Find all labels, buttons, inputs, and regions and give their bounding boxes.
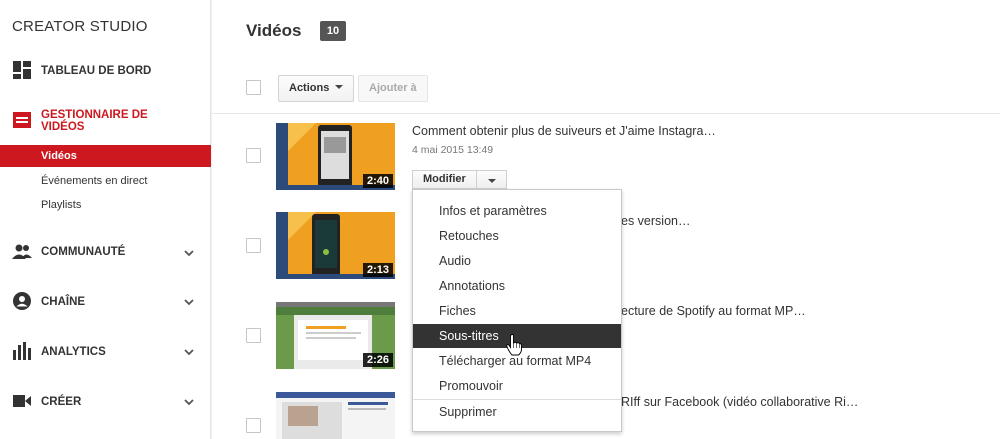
video-date: 4 mai 2015 13:49 [412, 144, 494, 156]
video-thumbnail[interactable]: 2:26 [276, 302, 395, 369]
video-row-checkbox[interactable] [246, 148, 261, 163]
menu-item-info-settings[interactable]: Infos et paramètres [413, 199, 621, 223]
channel-icon [13, 292, 31, 310]
select-all-checkbox[interactable] [246, 80, 261, 95]
nav-analytics-label: ANALYTICS [41, 346, 106, 358]
page-title: Vidéos [246, 21, 302, 40]
video-row-checkbox[interactable] [246, 238, 261, 253]
chevron-down-icon[interactable] [183, 396, 195, 408]
nav-community-label: COMMUNAUTÉ [41, 246, 126, 258]
sidebar-item-playlists[interactable]: Playlists [0, 194, 211, 216]
menu-item-audio[interactable]: Audio [413, 249, 621, 273]
menu-item-cards[interactable]: Fiches [413, 299, 621, 323]
video-duration: 2:26 [362, 353, 393, 367]
menu-item-delete[interactable]: Supprimer [413, 400, 621, 424]
chevron-down-icon[interactable] [183, 247, 195, 259]
video-manager-main: Vidéos 10 Actions Ajouter à 2:40 Comment… [212, 0, 1000, 439]
nav-dashboard[interactable]: TABLEAU DE BORD [0, 60, 211, 82]
modify-split-button: Modifier [412, 170, 507, 189]
video-title-link[interactable]: RIff sur Facebook (vidéo collaborative R… [621, 395, 858, 409]
video-row-checkbox[interactable] [246, 418, 261, 433]
nav-video-manager-label: GESTIONNAIRE DE VIDÉOS [41, 109, 148, 133]
sidebar-item-live-events[interactable]: Événements en direct [0, 170, 211, 192]
video-duration: 2:13 [362, 263, 393, 277]
menu-item-annotations[interactable]: Annotations [413, 274, 621, 298]
video-title-link[interactable]: es version… [621, 214, 690, 228]
community-icon [12, 244, 32, 259]
nav-dashboard-label: TABLEAU DE BORD [41, 65, 152, 77]
toolbar-divider [212, 113, 1000, 114]
menu-item-promote[interactable]: Promouvoir [413, 374, 621, 398]
dashboard-icon [13, 61, 31, 79]
video-thumbnail[interactable]: 2:13 [276, 212, 395, 279]
video-row-checkbox[interactable] [246, 328, 261, 343]
actions-button[interactable]: Actions [278, 75, 355, 102]
nav-community[interactable]: COMMUNAUTÉ [0, 242, 211, 262]
chevron-down-icon[interactable] [183, 296, 195, 308]
video-title-link[interactable]: ecture de Spotify au format MP… [621, 304, 806, 318]
nav-create[interactable]: CRÉER [0, 391, 211, 411]
brand-title: CREATOR STUDIO [12, 18, 148, 35]
video-count-badge: 10 [320, 21, 346, 41]
modify-button[interactable]: Modifier [412, 170, 477, 189]
nav-video-manager[interactable]: GESTIONNAIRE DE VIDÉOS [0, 107, 211, 137]
nav-analytics[interactable]: ANALYTICS [0, 341, 211, 361]
hand-cursor-icon [506, 334, 522, 356]
modify-dropdown-menu: Infos et paramètres Retouches Audio Anno… [412, 189, 622, 432]
modify-dropdown-toggle[interactable] [476, 170, 507, 189]
nav-create-label: CRÉER [41, 396, 82, 408]
actions-button-label: Actions [289, 82, 330, 94]
menu-item-enhancements[interactable]: Retouches [413, 224, 621, 248]
analytics-icon [13, 342, 31, 360]
caret-down-icon [487, 179, 496, 183]
video-thumbnail[interactable]: 2:40 [276, 123, 395, 190]
video-title-link[interactable]: Comment obtenir plus de suiveurs et J'ai… [412, 124, 716, 138]
chevron-down-icon[interactable] [183, 346, 195, 358]
create-icon [13, 395, 31, 407]
add-to-button[interactable]: Ajouter à [358, 75, 428, 102]
thumbnail-image [276, 392, 395, 439]
video-thumbnail[interactable] [276, 392, 395, 439]
nav-channel-label: CHAÎNE [41, 296, 86, 308]
nav-channel[interactable]: CHAÎNE [0, 291, 211, 311]
video-duration: 2:40 [362, 174, 393, 188]
video-manager-icon [13, 112, 31, 128]
caret-down-icon [335, 85, 344, 90]
sidebar-item-videos[interactable]: Vidéos [0, 145, 211, 167]
sidebar: CREATOR STUDIO TABLEAU DE BORD GESTIONNA… [0, 0, 211, 439]
